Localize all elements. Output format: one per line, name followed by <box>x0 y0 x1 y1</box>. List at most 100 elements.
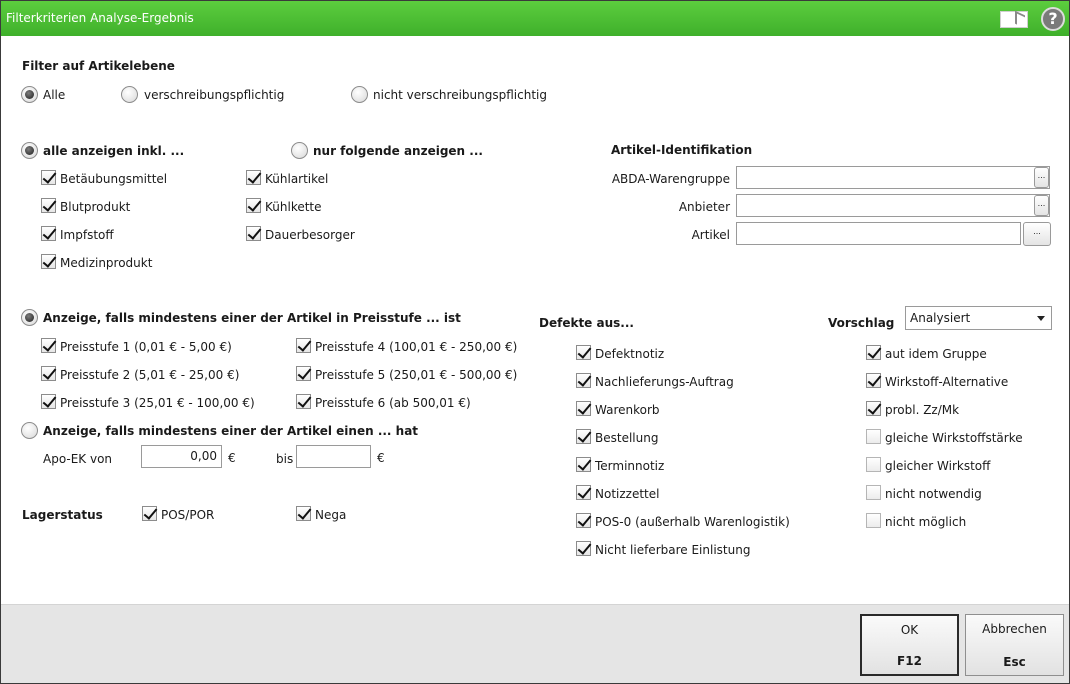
radio-verschreibungspflichtig-label: verschreibungspflichtig <box>144 88 285 102</box>
checkbox-nega[interactable] <box>296 506 311 521</box>
checkbox-pos-0[interactable] <box>576 513 591 528</box>
ok-button-label: OK <box>900 623 919 637</box>
checkbox-label: Kühlartikel <box>265 172 329 186</box>
checkbox-label: Warenkorb <box>595 403 660 417</box>
radio-preisstufe[interactable] <box>21 309 38 326</box>
article-filter-heading: Filter auf Artikelebene <box>22 59 175 73</box>
checkbox-label: nicht notwendig <box>885 487 982 501</box>
checkbox-kuehlartikel[interactable] <box>246 170 261 185</box>
title-bar: Filterkriterien Analyse-Ergebnis ? <box>1 1 1069 36</box>
cancel-button-label: Abbrechen <box>982 622 1047 636</box>
checkbox-label: Nachlieferungs-Auftrag <box>595 375 734 389</box>
checkbox-label: gleicher Wirkstoff <box>885 459 991 473</box>
cancel-button[interactable]: Abbrechen Esc <box>965 614 1064 676</box>
abda-warengruppe-browse-button[interactable]: ... <box>1034 167 1049 188</box>
checkbox-label: Medizinprodukt <box>60 256 153 270</box>
checkbox-label: Preisstufe 6 (ab 500,01 €) <box>315 396 471 410</box>
checkbox-terminnotiz[interactable] <box>576 457 591 472</box>
checkbox-preisstufe-6[interactable] <box>296 394 311 409</box>
cancel-button-shortcut: Esc <box>1003 655 1026 669</box>
radio-alle[interactable] <box>21 86 38 103</box>
apo-ek-from-input[interactable]: 0,00 <box>141 445 222 468</box>
checkbox-betaeubungsmittel[interactable] <box>41 170 56 185</box>
ok-button-shortcut: F12 <box>897 654 922 668</box>
radio-apo-ek-label: Anzeige, falls mindestens einer der Arti… <box>43 424 419 438</box>
checkbox-label: aut idem Gruppe <box>885 347 987 361</box>
checkbox-label: Betäubungsmittel <box>60 172 168 186</box>
radio-nur-folgende[interactable] <box>291 142 308 159</box>
radio-alle-anzeigen[interactable] <box>21 142 38 159</box>
checkbox-kuehlkette[interactable] <box>246 198 261 213</box>
abda-warengruppe-input[interactable] <box>736 166 1050 189</box>
checkbox-nachlieferungs-auftrag[interactable] <box>576 373 591 388</box>
checkbox-label: Preisstufe 5 (250,01 € - 500,00 €) <box>315 368 518 382</box>
checkbox-medizinprodukt[interactable] <box>41 254 56 269</box>
anbieter-label: Anbieter <box>678 200 730 214</box>
radio-alle-label: Alle <box>43 88 66 102</box>
proposal-select[interactable]: Analysiert <box>905 306 1052 330</box>
checkbox-label: nicht möglich <box>885 515 967 529</box>
dialog-window: Filterkriterien Analyse-Ergebnis ? Filte… <box>0 0 1070 684</box>
artikel-label: Artikel <box>691 228 730 242</box>
checkbox-preisstufe-5[interactable] <box>296 366 311 381</box>
checkbox-nicht-notwendig[interactable] <box>866 485 881 500</box>
checkbox-label: Preisstufe 4 (100,01 € - 250,00 €) <box>315 340 518 354</box>
checkbox-label: Impfstoff <box>60 228 114 242</box>
checkbox-impfstoff[interactable] <box>41 226 56 241</box>
checkbox-preisstufe-2[interactable] <box>41 366 56 381</box>
checkbox-preisstufe-1[interactable] <box>41 338 56 353</box>
radio-nicht-verschreibungspflichtig-label: nicht verschreibungspflichtig <box>373 88 547 102</box>
proposal-label: Vorschlag <box>828 316 895 330</box>
chevron-down-icon <box>1037 316 1045 321</box>
checkbox-blutprodukt[interactable] <box>41 198 56 213</box>
checkbox-aut-idem-gruppe[interactable] <box>866 345 881 360</box>
stock-status-label: Lagerstatus <box>22 508 103 522</box>
checkbox-preisstufe-4[interactable] <box>296 338 311 353</box>
apo-ek-from-label: Apo-EK von <box>43 452 113 466</box>
checkbox-label: probl. Zz/Mk <box>885 403 960 417</box>
artikel-browse-button[interactable]: ... <box>1023 222 1051 246</box>
anbieter-input[interactable] <box>736 194 1050 217</box>
window-title: Filterkriterien Analyse-Ergebnis <box>6 11 194 25</box>
apo-ek-to-input[interactable] <box>296 445 371 468</box>
checkbox-defektnotiz[interactable] <box>576 345 591 360</box>
window-icon[interactable] <box>1000 11 1028 28</box>
checkbox-nicht-lieferbare-einlistung[interactable] <box>576 541 591 556</box>
checkbox-label: POS/POR <box>161 508 215 522</box>
footer-bar: OK F12 Abbrechen Esc <box>1 604 1069 683</box>
radio-alle-anzeigen-label: alle anzeigen inkl. ... <box>43 144 185 158</box>
checkbox-wirkstoff-alternative[interactable] <box>866 373 881 388</box>
checkbox-label: POS-0 (außerhalb Warenlogistik) <box>595 515 790 529</box>
checkbox-dauerbesorger[interactable] <box>246 226 261 241</box>
checkbox-notizzettel[interactable] <box>576 485 591 500</box>
proposal-select-value: Analysiert <box>910 311 971 325</box>
checkbox-bestellung[interactable] <box>576 429 591 444</box>
checkbox-label: Preisstufe 3 (25,01 € - 100,00 €) <box>60 396 255 410</box>
ok-button[interactable]: OK F12 <box>860 614 959 676</box>
radio-verschreibungspflichtig[interactable] <box>121 86 138 103</box>
help-icon[interactable]: ? <box>1041 7 1065 31</box>
checkbox-nicht-moeglich[interactable] <box>866 513 881 528</box>
checkbox-label: Wirkstoff-Alternative <box>885 375 1009 389</box>
checkbox-pos-por[interactable] <box>142 506 157 521</box>
checkbox-probl-zz-mk[interactable] <box>866 401 881 416</box>
checkbox-label: Blutprodukt <box>60 200 131 214</box>
radio-apo-ek[interactable] <box>21 422 38 439</box>
checkbox-preisstufe-3[interactable] <box>41 394 56 409</box>
defects-heading: Defekte aus... <box>539 316 634 330</box>
radio-nicht-verschreibungspflichtig[interactable] <box>351 86 368 103</box>
apo-ek-to-label: bis <box>276 452 294 466</box>
radio-preisstufe-label: Anzeige, falls mindestens einer der Arti… <box>43 311 461 325</box>
checkbox-label: Nicht lieferbare Einlistung <box>595 543 751 557</box>
checkbox-label: Notizzettel <box>595 487 660 501</box>
abda-warengruppe-label: ABDA-Warengruppe <box>611 172 730 186</box>
anbieter-browse-button[interactable]: ... <box>1034 195 1049 216</box>
artikel-input[interactable] <box>736 222 1021 245</box>
checkbox-gleiche-wirkstoffstaerke[interactable] <box>866 429 881 444</box>
checkbox-gleicher-wirkstoff[interactable] <box>866 457 881 472</box>
checkbox-label: Bestellung <box>595 431 659 445</box>
checkbox-label: Nega <box>315 508 347 522</box>
radio-nur-folgende-label: nur folgende anzeigen ... <box>313 144 483 158</box>
checkbox-label: Defektnotiz <box>595 347 665 361</box>
checkbox-warenkorb[interactable] <box>576 401 591 416</box>
